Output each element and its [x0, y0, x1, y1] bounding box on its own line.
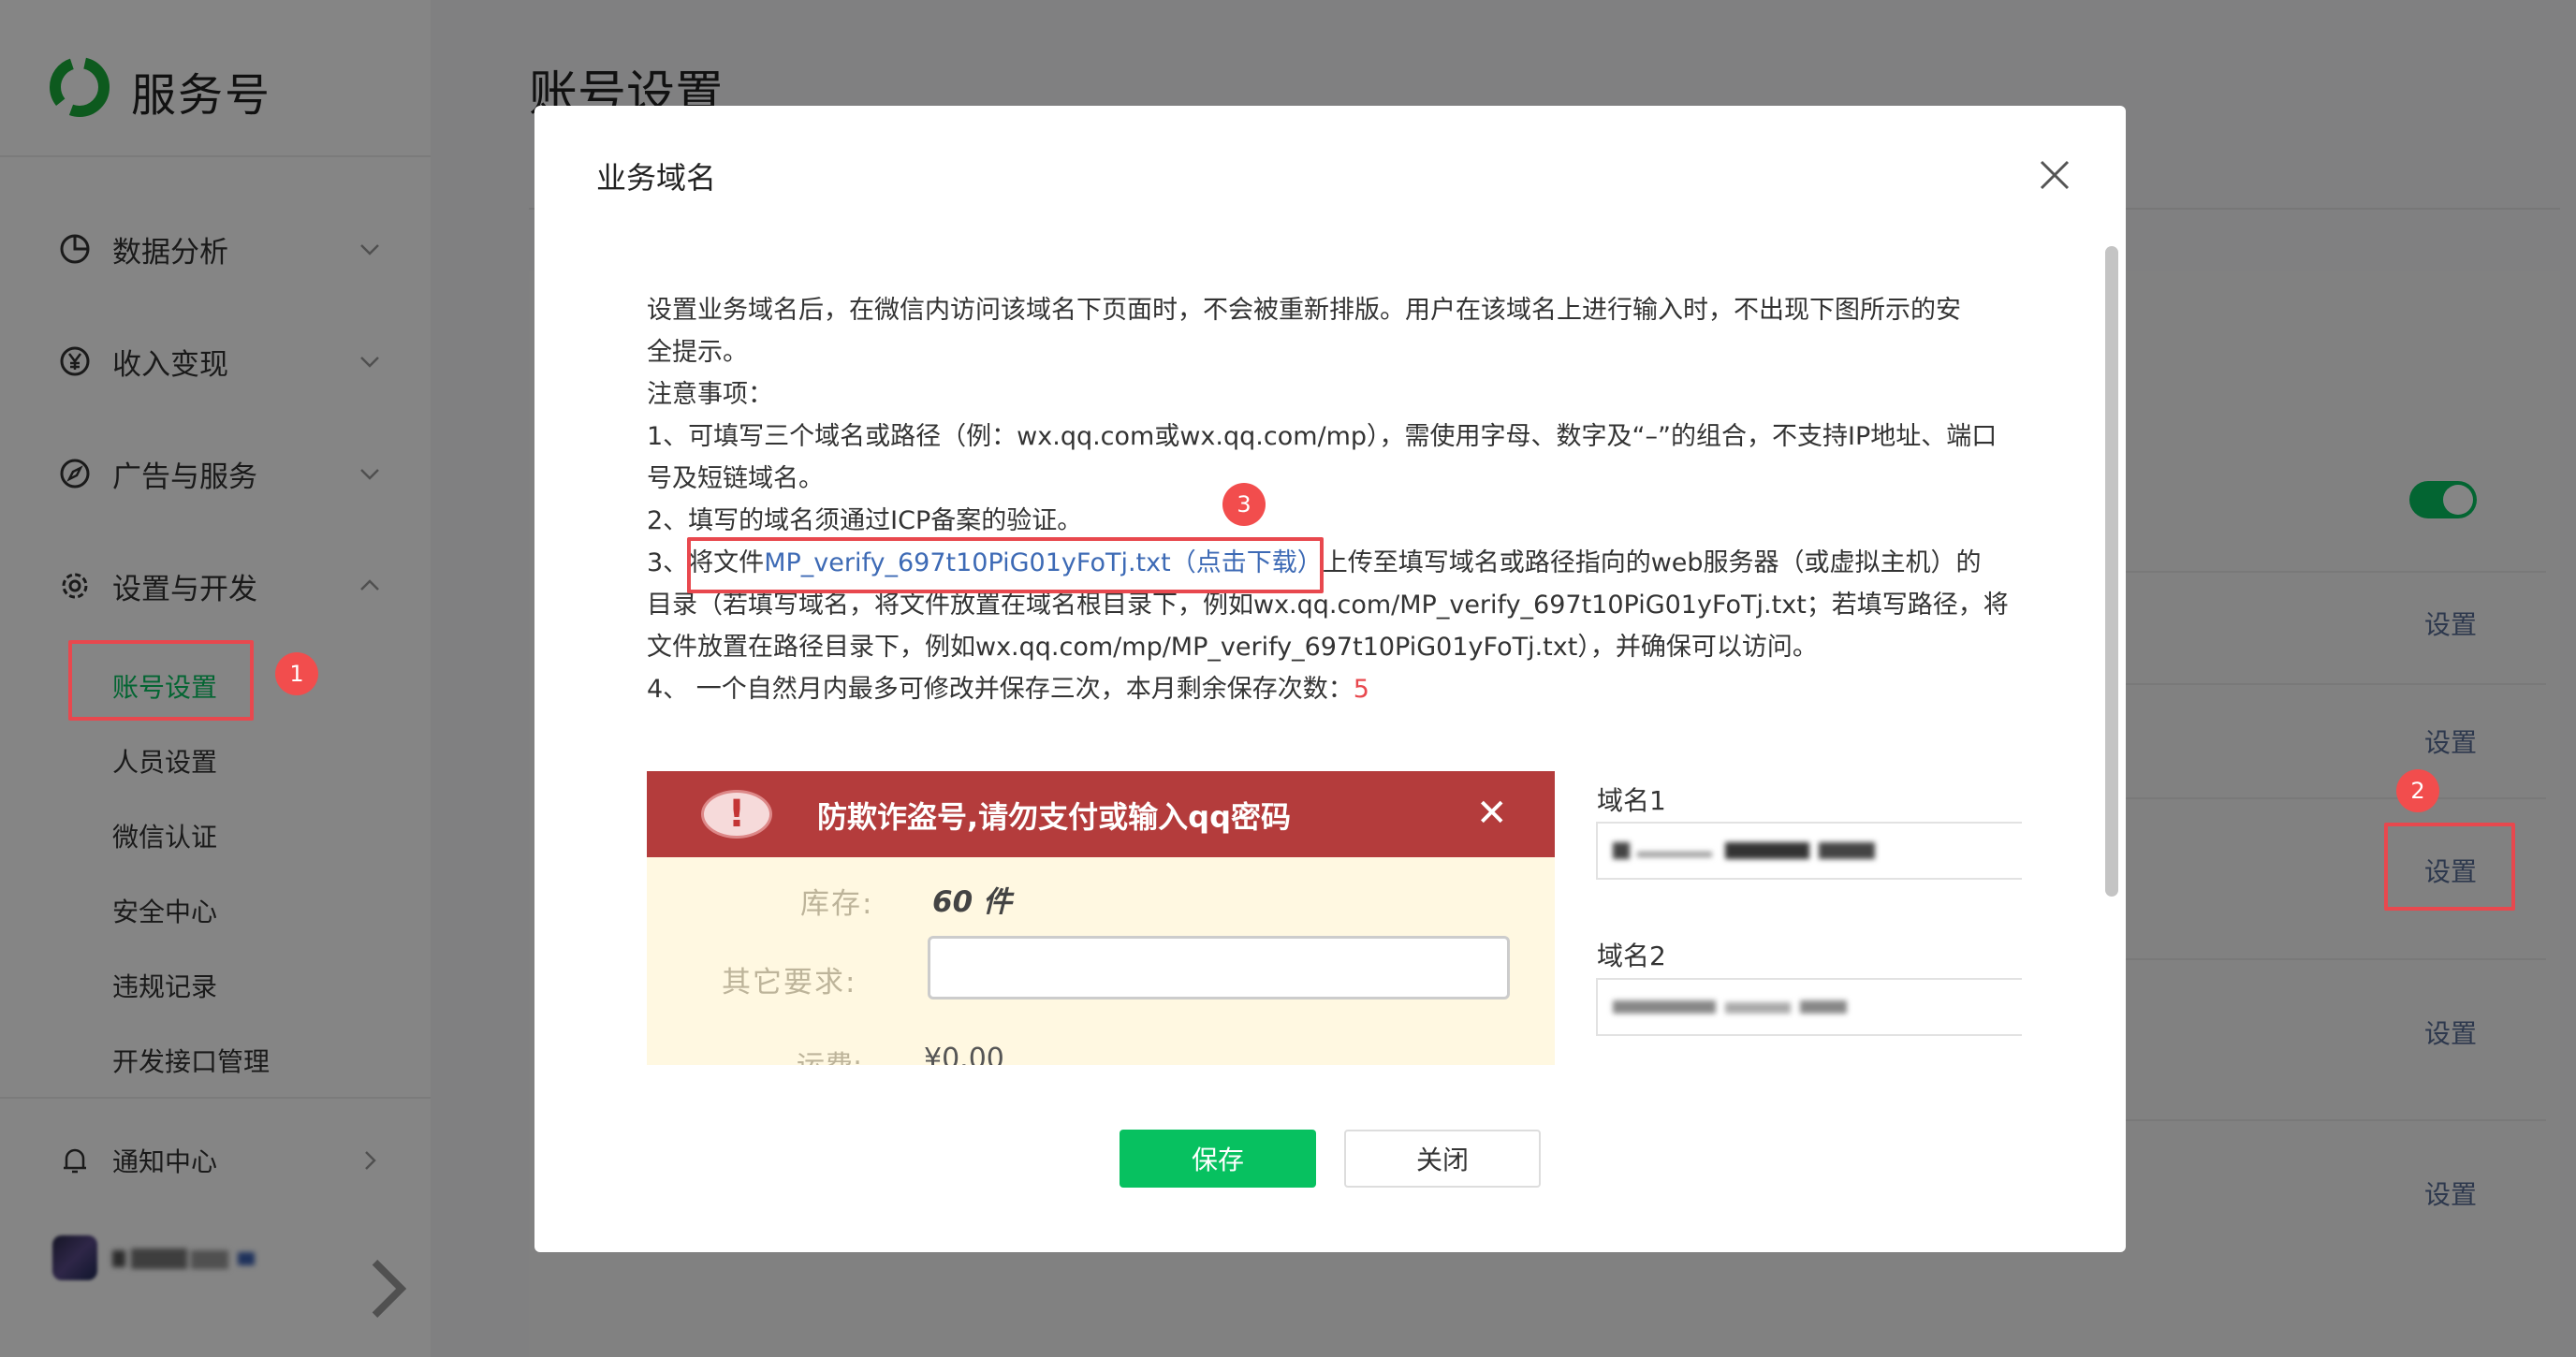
domain2-input[interactable] — [1596, 978, 2022, 1036]
stock-label: 库存: — [800, 887, 874, 921]
dialog-scrollbar[interactable] — [2105, 246, 2118, 897]
other-requirements-box — [928, 936, 1510, 1000]
annotation-badge: 1 — [275, 652, 318, 695]
save-button[interactable]: 保存 — [1120, 1130, 1316, 1188]
warning-banner-text: 防欺诈盗号,请勿支付或输入qq密码 — [817, 799, 1291, 835]
annotation-box-settings-link — [2384, 823, 2515, 911]
close-icon[interactable] — [2032, 153, 2077, 197]
note-1: 1、可填写三个域名或路径（例：wx.qq.com或wx.qq.com/mp），需… — [647, 422, 1998, 451]
shipping-fee-label: 运费: — [797, 1043, 862, 1065]
note-3-prefix: 3、 — [647, 548, 689, 577]
annotation-box-account-settings — [68, 640, 254, 721]
annotation-badge: 2 — [2396, 769, 2439, 812]
security-warning-example-image: 数量: − 1 + ! 防欺诈盗号,请勿支付或输入qq密码 ✕ 库存: 60 件… — [647, 771, 1555, 1065]
note-1-cont: 号及短链域名。 — [647, 464, 824, 493]
intro-text: 全提示。 — [647, 338, 748, 367]
domain1-value-blurred — [1613, 842, 1875, 859]
domain1-label: 域名1 — [1597, 785, 1666, 816]
remaining-save-count: 5 — [1353, 675, 1369, 704]
note-3-cont: 文件放置在路径目录下，例如wx.qq.com/mp/MP_verify_697t… — [647, 633, 1818, 662]
close-button[interactable]: 关闭 — [1344, 1130, 1541, 1188]
stock-value: 60 件 — [932, 885, 1012, 919]
domain2-value-blurred — [1613, 1000, 1847, 1014]
dialog-title: 业务域名 — [596, 160, 717, 196]
domain1-input[interactable] — [1596, 822, 2022, 880]
annotation-badge: 3 — [1222, 483, 1266, 526]
annotation-box-verify-file — [687, 537, 1324, 593]
domain2-label: 域名2 — [1597, 941, 1666, 971]
note-2: 2、填写的域名须通过ICP备案的验证。 — [647, 506, 1083, 535]
note-4-text: 4、 一个自然月内最多可修改并保存三次，本月剩余保存次数： — [647, 675, 1354, 704]
exclamation-icon: ! — [701, 790, 772, 839]
notes-title: 注意事项： — [647, 380, 773, 409]
business-domain-dialog: 业务域名 设置业务域名后，在微信内访问该域名下页面时，不会被重新排版。用户在该域… — [534, 106, 2126, 1252]
other-requirements-label: 其它要求: — [722, 966, 857, 1000]
note-4: 4、 一个自然月内最多可修改并保存三次，本月剩余保存次数：5 — [647, 668, 1369, 705]
shipping-fee-value: ¥0.00 — [924, 1043, 1004, 1065]
close-icon: ✕ — [1476, 792, 1508, 835]
intro-text: 设置业务域名后，在微信内访问该域名下页面时，不会被重新排版。用户在该域名上进行输… — [647, 296, 1961, 325]
note-3-suffix: 上传至填写域名或路径指向的web服务器（或虚拟主机）的 — [1322, 548, 1982, 577]
